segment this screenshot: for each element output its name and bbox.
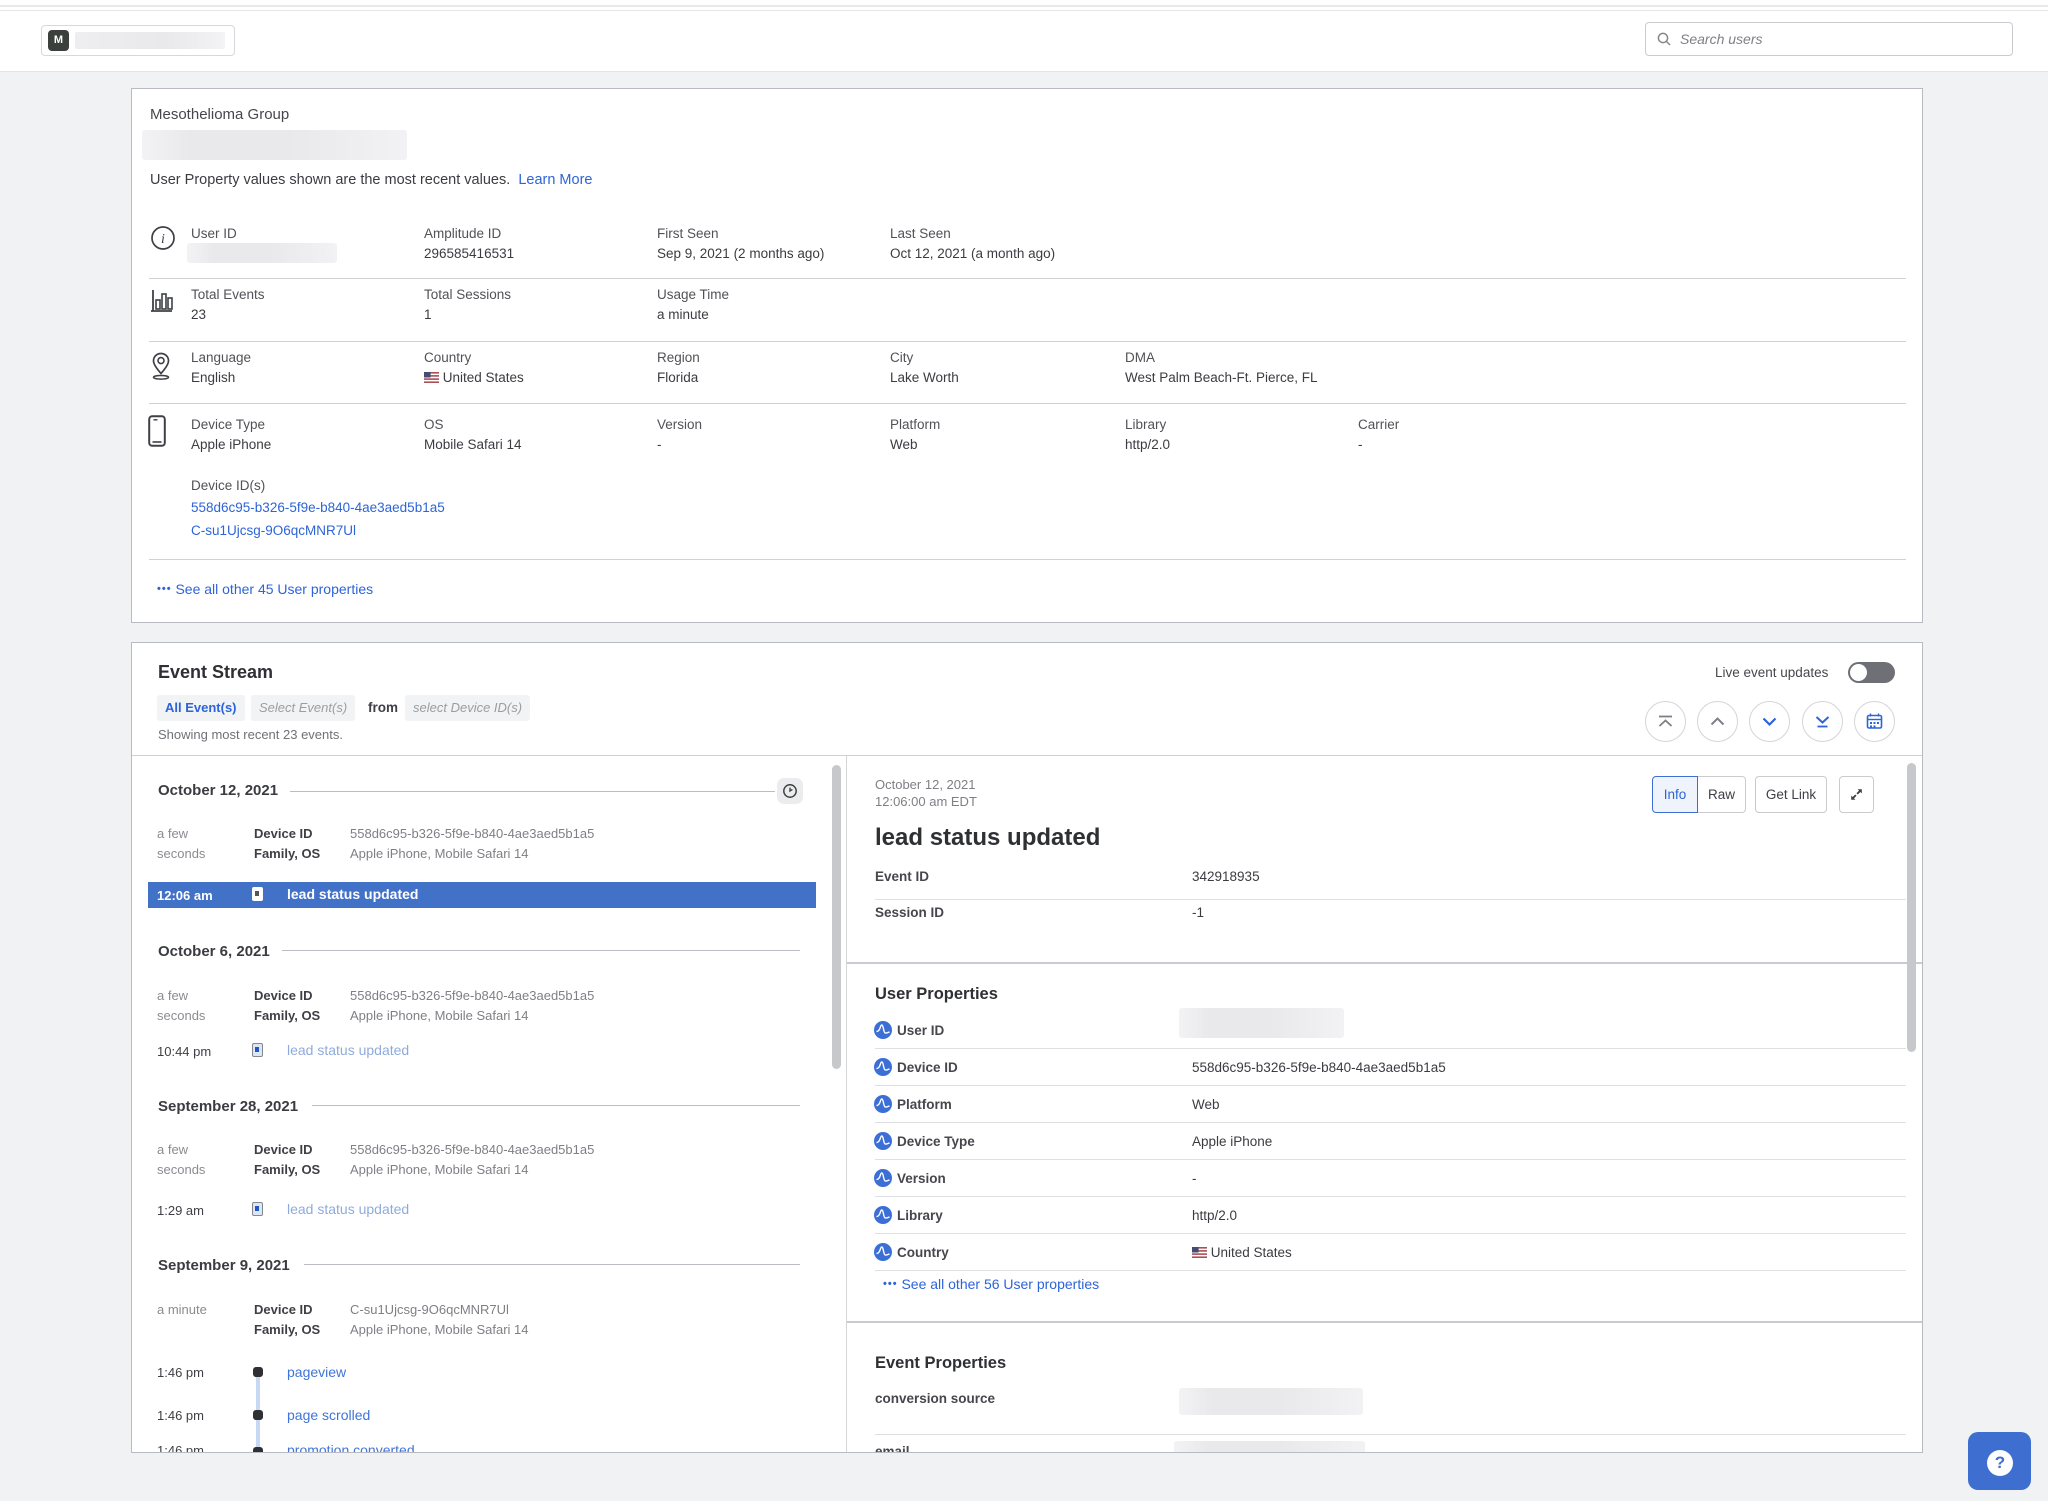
svg-text:i: i bbox=[161, 232, 165, 247]
